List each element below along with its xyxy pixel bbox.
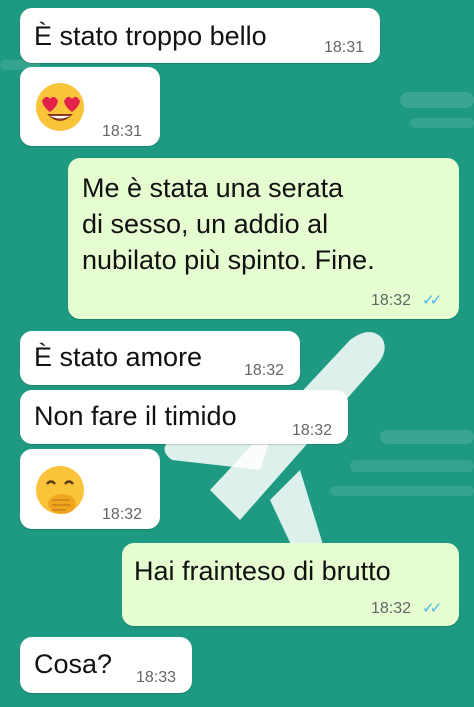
message-text-line: nubilato più spinto. Fine. (82, 245, 375, 275)
message-time: 18:32 (371, 600, 412, 617)
incoming-message[interactable]: È stato troppo bello 18:31 (20, 8, 380, 63)
double-check-icon: ✓✓ (422, 600, 442, 617)
wallpaper-stripe (410, 118, 474, 128)
message-time: 18:32 (244, 362, 285, 379)
message-text: Hai frainteso di brutto (134, 556, 391, 586)
message-time: 18:31 (102, 123, 143, 140)
outgoing-message[interactable]: Me è stata una serata di sesso, un addio… (68, 158, 459, 319)
double-check-icon: ✓✓ (422, 292, 442, 309)
incoming-message[interactable]: 18:32 (20, 449, 160, 529)
message-time: 18:31 (324, 39, 365, 56)
message-text-line: Me è stata una serata (82, 173, 344, 203)
hand-over-mouth-emoji-icon (36, 466, 84, 514)
wallpaper-stripe (400, 92, 474, 108)
message-text: Non fare il timido (34, 401, 237, 431)
message-time: 18:33 (136, 669, 177, 686)
message-time: 18:32 (371, 292, 412, 309)
heart-eyes-emoji-icon (36, 83, 84, 131)
message-text-line: di sesso, un addio al (82, 209, 329, 239)
message-text: È stato amore (34, 342, 203, 372)
message-time: 18:32 (292, 422, 333, 439)
outgoing-message[interactable]: Hai frainteso di brutto 18:32 ✓✓ (122, 543, 459, 626)
incoming-message[interactable]: Non fare il timido 18:32 (20, 390, 348, 444)
incoming-message[interactable]: Cosa? 18:33 (20, 637, 192, 693)
incoming-message[interactable]: 18:31 (20, 67, 160, 146)
message-text: Cosa? (34, 649, 113, 679)
incoming-message[interactable]: È stato amore 18:32 (20, 331, 300, 385)
wallpaper-stripe (380, 430, 474, 444)
message-time: 18:32 (102, 506, 143, 523)
message-text: È stato troppo bello (34, 21, 267, 51)
